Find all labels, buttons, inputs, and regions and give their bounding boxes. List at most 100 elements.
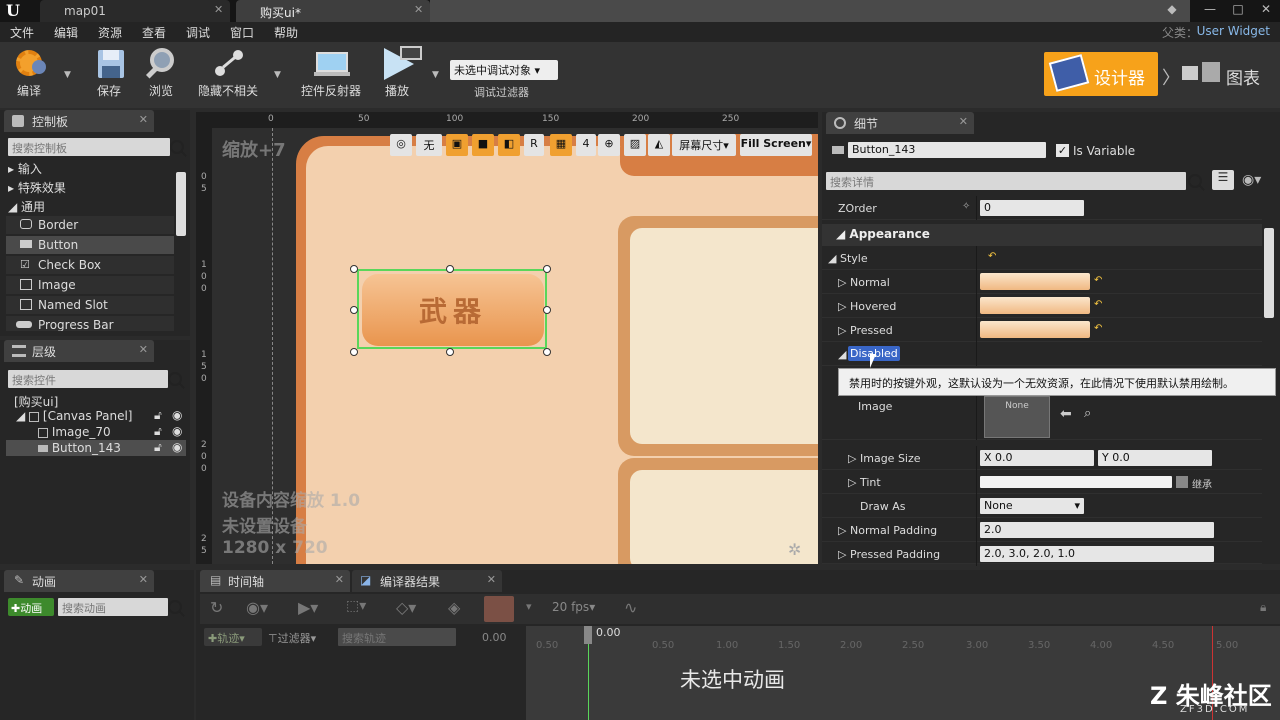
play-options-dropdown-icon[interactable]: ▼ bbox=[432, 70, 439, 80]
close-icon[interactable]: ✕ bbox=[139, 573, 148, 586]
curve-editor-icon[interactable]: ∿ bbox=[624, 598, 637, 617]
resize-handle[interactable] bbox=[350, 306, 358, 314]
search-icon[interactable] bbox=[170, 140, 184, 154]
expand-icon[interactable]: ▷ bbox=[838, 300, 846, 313]
expand-icon[interactable]: ◢ bbox=[828, 252, 836, 265]
settings-gear-icon[interactable]: ✲ bbox=[788, 540, 801, 559]
transform-button[interactable]: ⊕ bbox=[598, 134, 620, 156]
compile-button[interactable]: 编译 bbox=[4, 46, 54, 104]
parent-class-link[interactable]: User Widget bbox=[1197, 24, 1270, 38]
designer-mode-button[interactable]: 设计器 bbox=[1044, 52, 1158, 96]
tab-map01[interactable]: map01 ✕ bbox=[40, 0, 230, 22]
dropdown-icon[interactable]: ▾ bbox=[526, 600, 532, 613]
search-icon[interactable] bbox=[168, 372, 182, 386]
compiler-results-tab[interactable]: ◪ 编译器结果 ✕ bbox=[352, 570, 502, 592]
resize-handle[interactable] bbox=[543, 348, 551, 356]
expand-icon[interactable]: ◢ bbox=[6, 409, 25, 423]
bind-icon[interactable]: ✧ bbox=[962, 201, 970, 212]
loop-icon[interactable]: ↻ bbox=[210, 598, 223, 617]
expand-icon[interactable]: ▷ bbox=[838, 548, 846, 561]
grid-size-button[interactable]: 4 bbox=[576, 134, 596, 156]
expand-icon[interactable]: ▷ bbox=[838, 524, 846, 537]
palette-category-input[interactable]: ▸ 输入 bbox=[6, 158, 174, 177]
menu-file[interactable]: 文件 bbox=[10, 24, 34, 41]
resize-handle[interactable] bbox=[543, 265, 551, 273]
pressed-padding-input[interactable]: 2.0, 3.0, 2.0, 1.0 bbox=[980, 546, 1214, 562]
screen-size-dropdown[interactable]: 屏幕尺寸▾ bbox=[672, 134, 736, 156]
localization-preview-button[interactable]: 无 bbox=[416, 134, 442, 156]
browse-search-icon[interactable]: ⌕ bbox=[1084, 406, 1091, 421]
menu-asset[interactable]: 资源 bbox=[98, 24, 122, 41]
maximize-icon[interactable]: □ bbox=[1226, 2, 1250, 20]
eye-icon[interactable]: ◉ bbox=[172, 424, 182, 438]
hide-unrelated-button[interactable]: 隐藏不相关 bbox=[194, 46, 262, 104]
is-variable-checkbox[interactable]: ✓ bbox=[1056, 144, 1069, 157]
appearance-section[interactable]: ◢ Appearance bbox=[822, 224, 1262, 246]
lock-icon[interactable]: 🔓︎ bbox=[154, 408, 162, 423]
minimize-icon[interactable]: — bbox=[1198, 2, 1222, 20]
keyframe-icon[interactable]: ◇▾ bbox=[396, 598, 416, 617]
zorder-input[interactable]: 0 bbox=[980, 200, 1084, 216]
search-icon[interactable] bbox=[1188, 174, 1202, 188]
property-matrix-button[interactable]: ☰ bbox=[1212, 170, 1234, 190]
debug-object-select[interactable]: 未选中调试对象 ▾ bbox=[450, 60, 558, 80]
hierarchy-search-input[interactable]: 搜索控件 bbox=[8, 370, 168, 388]
respect-locks-button[interactable]: ◧ bbox=[498, 134, 520, 156]
animation-tab[interactable]: ✎ 动画 ✕ bbox=[4, 570, 154, 592]
timeline-tab[interactable]: ▤ 时间轴 ✕ bbox=[200, 570, 350, 592]
track-search-input[interactable]: 搜索轨迹 bbox=[338, 628, 456, 646]
normal-padding-input[interactable]: 2.0 bbox=[980, 522, 1214, 538]
palette-item-button[interactable]: Button bbox=[6, 236, 174, 255]
auto-key-button[interactable] bbox=[484, 596, 514, 622]
selection-box[interactable] bbox=[357, 269, 547, 349]
palette-item-border[interactable]: Border bbox=[6, 216, 174, 235]
palette-item-checkbox[interactable]: ☑ Check Box bbox=[6, 256, 174, 275]
details-search-input[interactable]: 搜索详情 bbox=[826, 172, 1186, 190]
widget-name-input[interactable]: Button_143 bbox=[848, 142, 1046, 158]
expand-icon[interactable]: ◢ bbox=[838, 348, 846, 361]
tab-buy-ui[interactable]: 购买ui* ✕ bbox=[236, 0, 430, 22]
close-icon[interactable]: ✕ bbox=[959, 115, 968, 128]
palette-category-effects[interactable]: ▸ 特殊效果 bbox=[6, 177, 174, 196]
image-size-x-input[interactable]: X 0.0 bbox=[980, 450, 1094, 466]
resize-handle[interactable] bbox=[350, 265, 358, 273]
normal-brush-preview[interactable] bbox=[980, 273, 1090, 290]
filter-button[interactable]: ⊤过滤器▾ bbox=[268, 630, 316, 646]
tint-color-swatch[interactable] bbox=[980, 476, 1172, 488]
hierarchy-tab[interactable]: 层级 ✕ bbox=[4, 340, 154, 362]
lock-icon[interactable]: 🔒︎ bbox=[1260, 600, 1266, 615]
expand-icon[interactable]: ▷ bbox=[838, 276, 846, 289]
eye-icon[interactable]: ◉ bbox=[172, 440, 182, 454]
mirror-button[interactable]: ◭ bbox=[648, 134, 670, 156]
hierarchy-root[interactable]: [购买ui] bbox=[14, 392, 194, 409]
play-button[interactable]: 播放 bbox=[372, 46, 422, 104]
playhead-handle[interactable] bbox=[584, 626, 592, 644]
designer-canvas[interactable]: 武器 0 50 100 150 200 250 0 5 1 0 0 1 5 0 … bbox=[196, 112, 818, 564]
image-size-y-input[interactable]: Y 0.0 bbox=[1098, 450, 1212, 466]
inherit-checkbox[interactable] bbox=[1176, 476, 1188, 488]
search-icon[interactable] bbox=[168, 600, 182, 614]
menu-edit[interactable]: 编辑 bbox=[54, 24, 78, 41]
lock-icon[interactable]: 🔓︎ bbox=[154, 424, 162, 439]
close-window-icon[interactable]: ✕ bbox=[1254, 2, 1278, 20]
browse-button[interactable]: 浏览 bbox=[138, 46, 184, 104]
menu-help[interactable]: 帮助 bbox=[274, 24, 298, 41]
fps-select[interactable]: 20 fps▾ bbox=[552, 600, 595, 614]
details-tab[interactable]: 细节 ✕ bbox=[826, 112, 974, 134]
selection-icon[interactable]: ⬚▾ bbox=[346, 598, 366, 614]
close-icon[interactable]: ✕ bbox=[214, 3, 223, 16]
hierarchy-canvas-panel[interactable]: ◢ [Canvas Panel] 🔓︎ ◉ bbox=[6, 408, 186, 424]
world-localization-button[interactable]: ◎ bbox=[390, 134, 412, 156]
close-icon[interactable]: ✕ bbox=[139, 343, 148, 356]
camera-icon[interactable]: ◉▾ bbox=[246, 598, 268, 617]
hide-unrelated-dropdown-icon[interactable]: ▼ bbox=[274, 70, 281, 80]
add-animation-button[interactable]: ✚动画 bbox=[8, 598, 54, 616]
tag-icon[interactable]: ◈ bbox=[448, 598, 460, 617]
reset-icon[interactable]: ↶ bbox=[1094, 323, 1102, 334]
palette-item-progress-bar[interactable]: Progress Bar bbox=[6, 316, 174, 332]
menu-debug[interactable]: 调试 bbox=[186, 24, 210, 41]
details-scrollbar[interactable] bbox=[1264, 228, 1274, 318]
title-bar-drag-area[interactable] bbox=[430, 0, 1190, 22]
visibility-eye-icon[interactable]: ◉▾ bbox=[1242, 172, 1261, 188]
close-icon[interactable]: ✕ bbox=[487, 573, 496, 586]
